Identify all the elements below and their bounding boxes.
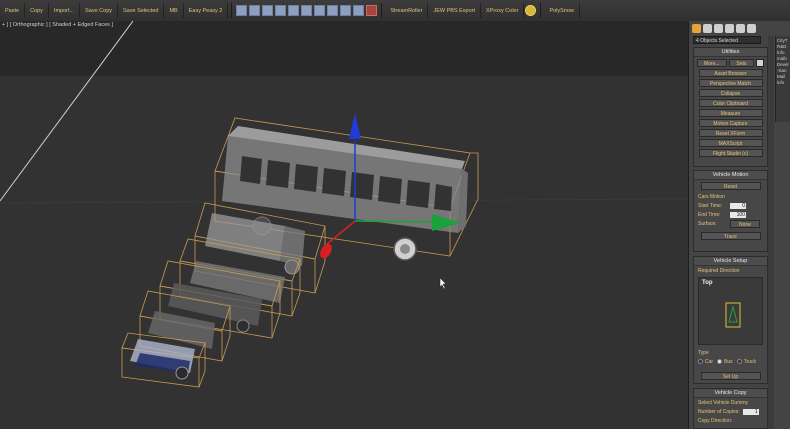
truck-model[interactable]: [205, 213, 305, 275]
mouse-cursor-icon: [439, 277, 447, 290]
utility-button[interactable]: Measure: [698, 109, 763, 117]
import-button[interactable]: Import...: [49, 3, 81, 18]
utilities-title[interactable]: Utilities: [694, 48, 767, 57]
scene-tool-icon[interactable]: [353, 5, 365, 16]
image-tool-icon[interactable]: [262, 5, 274, 16]
toolbar-divider: [540, 3, 542, 18]
number-of-copies-label: Number of Copies:: [698, 408, 740, 415]
info-side-column: CityT R&D Info malb Devel -San Mail info: [775, 36, 790, 122]
vehicle-copy-title[interactable]: Vehicle Copy: [694, 389, 767, 398]
copy-direction-label: Copy Direction:: [698, 417, 733, 424]
copy-button[interactable]: Copy: [25, 3, 49, 18]
toolbar-divider: [231, 3, 233, 18]
hierarchy-tab-icon[interactable]: [714, 23, 723, 33]
tool-icon[interactable]: [288, 5, 300, 16]
utility-button[interactable]: Collapse: [698, 89, 763, 97]
utility-button[interactable]: Color Clipboard: [698, 99, 763, 107]
save-selected-button[interactable]: Save Selected: [118, 3, 165, 18]
scene-canvas[interactable]: [0, 21, 688, 429]
sets-button[interactable]: Sets: [728, 59, 755, 67]
utilities-rollout: Utilities More... Sets Asset Browser Pers…: [693, 47, 768, 167]
modify-tab-icon[interactable]: [703, 23, 712, 33]
mb-button[interactable]: MB: [164, 3, 184, 18]
polysnow-button[interactable]: PolySnow: [544, 3, 580, 18]
x-tool-icon[interactable]: [236, 5, 248, 16]
save-copy-button[interactable]: Save Copy: [80, 3, 118, 18]
utility-button[interactable]: Perspective Match: [698, 79, 763, 87]
surface-label: Surface:: [698, 220, 717, 227]
more-button[interactable]: More...: [697, 59, 727, 67]
vehicle-motion-title[interactable]: Vehicle Motion: [694, 171, 767, 180]
car-radio[interactable]: [698, 359, 703, 364]
small-car-model[interactable]: [130, 339, 195, 380]
start-time-label: Start Time:: [698, 202, 723, 209]
cars-motion-label: Cars Motion: [698, 193, 725, 200]
required-direction-label: Required Direction: [698, 267, 740, 274]
proxy-color-button[interactable]: XProxy Color: [481, 3, 525, 18]
reset-button[interactable]: Reset: [700, 182, 761, 190]
select-dummy-label: Select Vehicle Dummy: [698, 399, 749, 406]
type-label: Type: [698, 349, 709, 356]
viewport-label[interactable]: + ] [ Orthographic ] [ Shaded + Edged Fa…: [2, 22, 113, 28]
toolbar-divider: [381, 3, 383, 18]
create-tab-icon[interactable]: [692, 23, 701, 33]
sun-icon[interactable]: [525, 5, 537, 16]
vehicle-setup-title[interactable]: Vehicle Setup: [694, 257, 767, 266]
easy-peasy-button[interactable]: Easy Peasy 2: [184, 3, 229, 18]
orthographic-viewport[interactable]: + ] [ Orthographic ] [ Shaded + Edged Fa…: [0, 21, 688, 429]
end-time-spinner[interactable]: 100: [730, 211, 746, 218]
stream-roller-button[interactable]: StreamRoller: [385, 3, 429, 18]
bus-radio[interactable]: [717, 359, 723, 364]
box-tool-icon[interactable]: [340, 5, 352, 16]
car-radio-label: Car: [705, 358, 714, 365]
truck-radio[interactable]: [736, 359, 742, 364]
utility-button[interactable]: Asset Browser: [698, 69, 763, 77]
vehicle-setup-rollout: Vehicle Setup Required Direction Top Typ…: [693, 256, 768, 384]
utility-button[interactable]: Reset XForm: [698, 129, 763, 137]
ewpbs-export-button[interactable]: JEW PBS Export: [428, 3, 482, 18]
command-panel-scrollbar[interactable]: [768, 36, 774, 429]
set-up-button[interactable]: Set Up: [700, 372, 761, 380]
info-side-text: CityT R&D Info malb Devel -San Mail info: [776, 36, 790, 88]
script-tool-icon[interactable]: [366, 5, 378, 16]
direction-top-label: Top: [702, 280, 713, 286]
display-tab-icon[interactable]: [736, 23, 745, 33]
utilities-tab-icon[interactable]: [747, 23, 756, 33]
motion-tab-icon[interactable]: [725, 23, 734, 33]
command-panel-tabs: [689, 21, 790, 35]
direction-preview: Top: [698, 277, 763, 345]
side-info-line: info: [777, 80, 785, 85]
surface-pick-button[interactable]: None: [730, 219, 760, 228]
bus-radio-label: Bus: [724, 358, 733, 365]
utility-button[interactable]: MAXScript: [698, 139, 763, 147]
utilities-list: Asset Browser Perspective Match Collapse Co…: [694, 69, 767, 157]
start-time-spinner[interactable]: 0: [730, 202, 746, 209]
trace-button[interactable]: Trace: [700, 232, 761, 240]
vehicle-motion-rollout: Vehicle Motion Reset Cars Motion Start T…: [693, 170, 768, 252]
scene-line: [0, 21, 134, 202]
paste-button[interactable]: Paste: [0, 3, 26, 18]
end-time-label: End Time:: [698, 211, 721, 218]
main-toolbar: Paste Copy Import... Save Copy Save Sele…: [0, 0, 790, 22]
direction-arrow-icon: [725, 302, 741, 328]
layer-tool-icon[interactable]: [327, 5, 339, 16]
vehicle-copy-rollout: Vehicle Copy Select Vehicle Dummy Number…: [693, 388, 768, 429]
landscape-tool-icon[interactable]: [249, 5, 261, 16]
truck-radio-label: Truck: [743, 358, 757, 365]
render-tool-icon[interactable]: [275, 5, 287, 16]
objects-selected-field[interactable]: 4 Objects Selected: [693, 36, 761, 44]
utility-button[interactable]: Flight Studio (c): [698, 149, 763, 157]
number-of-copies-spinner[interactable]: 1: [742, 408, 759, 415]
utility-button[interactable]: Motion Capture: [698, 119, 763, 127]
material-tool-icon[interactable]: [314, 5, 326, 16]
list-tool-icon[interactable]: [301, 5, 313, 16]
configure-sets-icon[interactable]: [756, 59, 764, 67]
